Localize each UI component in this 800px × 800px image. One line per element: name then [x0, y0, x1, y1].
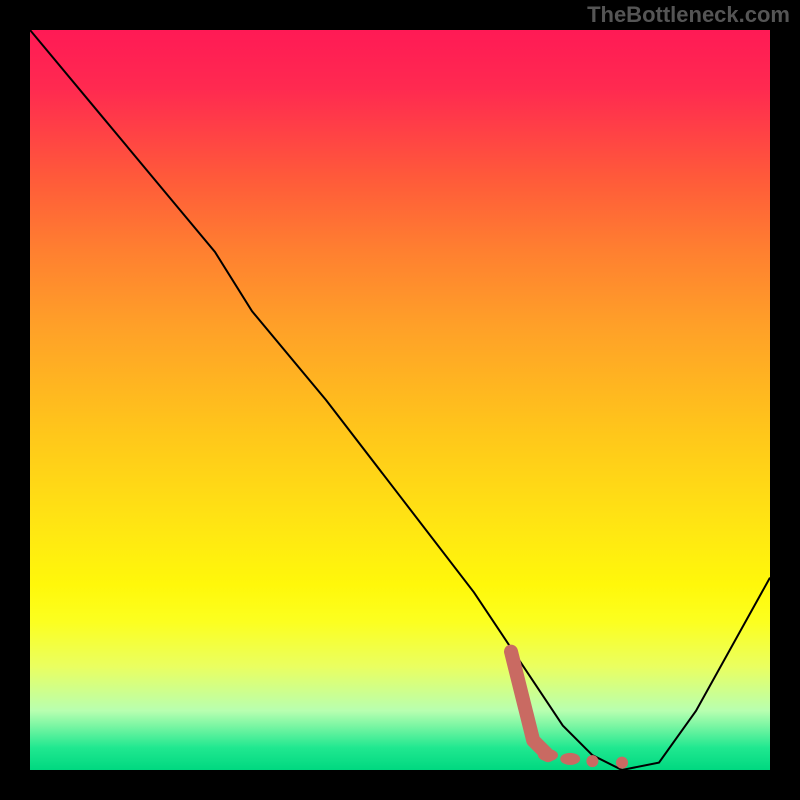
optimal-marker-line	[511, 652, 548, 756]
optimal-marker-dot	[586, 755, 598, 767]
optimal-marker-dot	[538, 749, 558, 761]
plot-area	[30, 30, 770, 770]
optimal-marker-dot	[616, 757, 628, 769]
bottleneck-curve	[30, 30, 770, 770]
watermark-text: TheBottleneck.com	[587, 2, 790, 28]
optimal-marker-dot	[560, 753, 580, 765]
chart-svg	[30, 30, 770, 770]
